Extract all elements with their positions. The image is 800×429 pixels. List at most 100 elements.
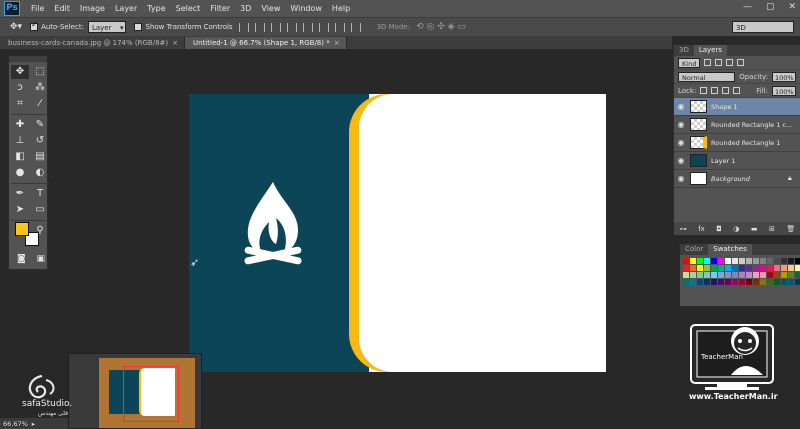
color-swatch[interactable] [690, 279, 696, 285]
rounded-rectangle-white[interactable] [359, 94, 606, 372]
tab-layers[interactable]: Layers [693, 45, 728, 56]
layer-row-background[interactable]: ◉ Background 🔒︎ [674, 170, 800, 188]
tab-color[interactable]: Color [680, 244, 708, 255]
color-swatch[interactable] [795, 272, 800, 278]
trash-icon[interactable]: 🗑︎ [786, 225, 795, 233]
eyedropper-icon[interactable]: ⁄ [31, 97, 49, 111]
navigator-view-frame[interactable] [123, 366, 179, 422]
layer-row-layer-1[interactable]: ◉ Layer 1 [674, 152, 800, 170]
lasso-icon[interactable]: ↄ [11, 81, 29, 95]
color-swatch[interactable] [725, 272, 731, 278]
color-swatch[interactable] [718, 279, 724, 285]
mask-icon[interactable]: ◘ [716, 225, 722, 233]
eraser-icon[interactable]: ◧ [11, 150, 29, 164]
menu-filter[interactable]: Filter [205, 0, 235, 17]
quick-mask-icon[interactable]: ◙ [17, 254, 26, 266]
color-swatch[interactable] [704, 258, 710, 264]
type-icon[interactable]: T [31, 187, 49, 201]
menu-edit[interactable]: Edit [49, 0, 75, 17]
screen-mode-icon[interactable]: ▣ [36, 254, 45, 266]
color-swatch[interactable] [767, 258, 773, 264]
color-swatch[interactable] [760, 265, 766, 271]
color-swatch[interactable] [746, 258, 752, 264]
move-tool-preset-icon[interactable]: ✥▾ [10, 22, 22, 32]
history-brush-icon[interactable]: ↺ [31, 134, 49, 148]
menu-type[interactable]: Type [142, 0, 170, 17]
color-swatch[interactable] [690, 265, 696, 271]
color-swatch[interactable] [774, 272, 780, 278]
align-left-icon[interactable] [286, 22, 297, 32]
color-swatch[interactable] [753, 279, 759, 285]
3d-orbit-icon[interactable]: ⟲ ◎ ✣ ◈ ▭ [416, 22, 466, 32]
crop-icon[interactable]: ⌗ [11, 97, 29, 111]
color-swatch[interactable] [781, 279, 787, 285]
color-swatch[interactable] [788, 258, 794, 264]
color-swatch[interactable] [739, 258, 745, 264]
color-swatch[interactable] [711, 279, 717, 285]
color-swatch[interactable] [753, 258, 759, 264]
marquee-icon[interactable]: ⬚ [31, 65, 49, 79]
color-swatch[interactable] [767, 272, 773, 278]
lock-image-icon[interactable] [711, 87, 719, 94]
visibility-eye-icon[interactable]: ◉ [674, 120, 688, 129]
color-swatch[interactable] [781, 265, 787, 271]
link-icon[interactable]: ⊶ [680, 225, 687, 233]
color-swatch[interactable] [774, 258, 780, 264]
visibility-eye-icon[interactable]: ◉ [674, 102, 688, 111]
lock-position-icon[interactable] [722, 87, 730, 94]
gradient-icon[interactable]: ▤ [31, 150, 49, 164]
pen-icon[interactable]: ✒ [11, 187, 29, 201]
color-swatch[interactable] [725, 258, 731, 264]
color-swatch[interactable] [697, 258, 703, 264]
visibility-eye-icon[interactable]: ◉ [674, 138, 688, 147]
lock-transparent-icon[interactable] [700, 87, 708, 94]
document-canvas[interactable] [189, 94, 606, 372]
color-swatch[interactable] [711, 265, 717, 271]
new-layer-icon[interactable]: ⊞ [769, 225, 775, 233]
healing-icon[interactable]: ✚ [11, 118, 29, 132]
close-button[interactable]: ✕ [788, 2, 796, 12]
menu-layer[interactable]: Layer [110, 0, 142, 17]
color-swatch[interactable] [795, 265, 800, 271]
campfire-logo-icon[interactable] [242, 182, 304, 274]
workspace-dropdown[interactable]: 3D [732, 21, 794, 33]
menu-file[interactable]: File [26, 0, 49, 17]
color-swatch[interactable] [725, 265, 731, 271]
shape-filter-icon[interactable] [737, 59, 745, 66]
align-top-icon[interactable] [238, 22, 249, 32]
color-swatch[interactable] [788, 279, 794, 285]
opacity-field[interactable]: 100% [772, 71, 796, 82]
tab-business-cards[interactable]: business-cards-canada.jpg @ 174% (RGB/8#… [0, 37, 185, 49]
maximize-button[interactable]: ▢ [766, 2, 775, 12]
dodge-icon[interactable]: ◐ [31, 166, 49, 180]
minimize-button[interactable]: — [743, 2, 752, 12]
distribute-2-icon[interactable] [350, 22, 361, 32]
color-swatch[interactable] [739, 272, 745, 278]
align-bottom-icon[interactable] [270, 22, 281, 32]
color-swatch[interactable] [795, 258, 800, 264]
tab-untitled-1[interactable]: Untitled-1 @ 66.7% (Shape 1, RGB/8) * × [185, 37, 347, 49]
auto-select-dropdown[interactable]: Layer [87, 21, 127, 34]
menu-image[interactable]: Image [75, 0, 110, 17]
color-swatch[interactable] [746, 265, 752, 271]
color-swatch[interactable] [760, 272, 766, 278]
color-swatch[interactable] [683, 265, 689, 271]
color-swatch[interactable] [690, 258, 696, 264]
distribute-icon[interactable] [334, 22, 345, 32]
color-swatch[interactable] [746, 272, 752, 278]
color-swatch[interactable] [746, 279, 752, 285]
move-icon[interactable]: ✥ [11, 65, 29, 79]
menu-view[interactable]: View [256, 0, 285, 17]
status-arrow-icon[interactable]: ▸ [32, 420, 35, 428]
group-icon[interactable]: ▬ [751, 225, 758, 233]
color-swatch[interactable] [725, 279, 731, 285]
brush-icon[interactable]: ✎ [31, 118, 49, 132]
color-swatch[interactable] [697, 279, 703, 285]
color-swatch[interactable] [760, 258, 766, 264]
color-swatch[interactable] [732, 265, 738, 271]
color-swatch[interactable] [739, 265, 745, 271]
type-filter-icon[interactable] [726, 59, 734, 66]
color-swatch[interactable] [704, 272, 710, 278]
visibility-eye-icon[interactable]: ◉ [674, 156, 688, 165]
color-swatch[interactable] [781, 272, 787, 278]
